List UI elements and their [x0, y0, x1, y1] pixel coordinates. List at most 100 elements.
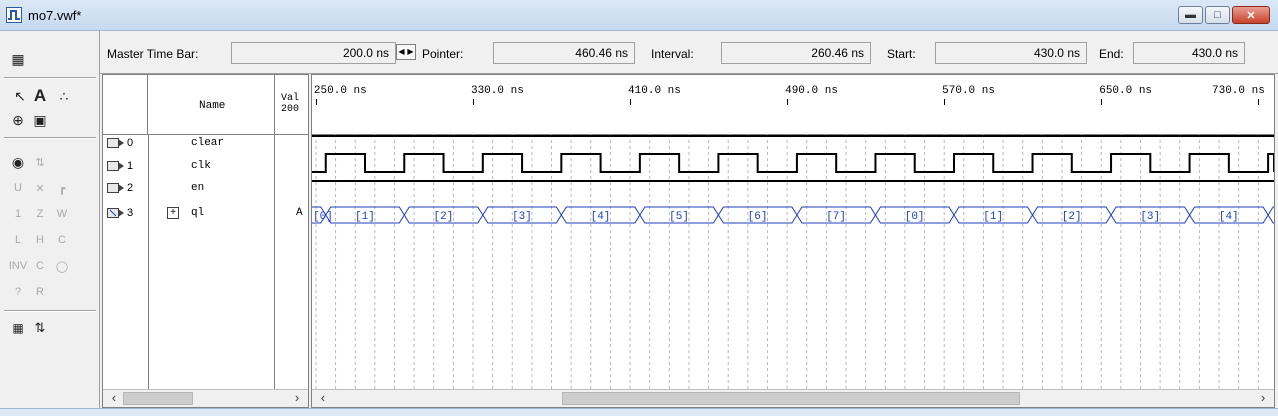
random-value-icon[interactable]: ?	[8, 282, 28, 302]
snap-icon[interactable]: R	[30, 282, 50, 302]
signal-row[interactable]: 1 clk	[103, 155, 308, 178]
input-pin-icon	[107, 183, 124, 193]
window-title: mo7.vwf*	[28, 8, 82, 23]
ql-bus-segment: [6]	[717, 206, 798, 224]
time-tick-label: 490.0 ns	[785, 85, 838, 97]
waveform-editing-tool-icon[interactable]: ∴	[54, 86, 74, 106]
ql-bus-segment: [7]	[796, 206, 877, 224]
signal-value: A	[296, 207, 303, 219]
waveform-scroll-thumb[interactable]	[562, 392, 1020, 405]
replace-icon[interactable]: ⇅	[30, 152, 50, 172]
signal-list-scrollbar[interactable]: ‹ ›	[103, 389, 308, 407]
step-left-icon[interactable]: ◀	[397, 45, 406, 59]
waveform-scrollbar[interactable]: ‹ ›	[312, 389, 1274, 407]
ql-bus-segment: [1]	[953, 206, 1034, 224]
ql-bus-segment: [2]	[1031, 206, 1112, 224]
time-step-buttons[interactable]: ◀ ▶	[396, 44, 416, 60]
count-value-icon[interactable]: INV	[8, 256, 28, 276]
close-button[interactable]: ✕	[1232, 6, 1270, 24]
forcing-unknown-icon[interactable]: ✕	[30, 178, 50, 198]
forcing-high-icon[interactable]: 1	[8, 204, 28, 224]
input-pin-icon	[107, 138, 124, 148]
signal-row[interactable]: 2 en	[103, 177, 308, 200]
signal-index: 0	[127, 137, 134, 149]
bus-pin-icon	[107, 208, 124, 218]
signal-row[interactable]: 3 + ql A	[103, 202, 308, 225]
ql-bus-value-label: [4]	[591, 211, 611, 223]
signal-row[interactable]: 0 clear	[103, 132, 308, 155]
ql-bus-value-label: [5]	[669, 211, 689, 223]
ql-bus-segment: [3]	[482, 206, 562, 224]
insert-node-icon[interactable]: ▦	[8, 49, 28, 69]
wave-scroll-right-icon[interactable]: ›	[1254, 390, 1272, 407]
signal-index: 2	[127, 182, 134, 194]
time-tick-label: 250.0 ns	[313, 85, 367, 97]
signal-name: clear	[191, 137, 225, 149]
wave-scroll-left-icon[interactable]: ‹	[314, 390, 332, 407]
ql-bus-segment: [3]	[1110, 206, 1191, 224]
clock-icon[interactable]: C	[30, 256, 50, 276]
maximize-icon: □	[1214, 9, 1221, 21]
time-tick-mark	[787, 99, 789, 105]
step-right-icon[interactable]: ▶	[406, 45, 415, 59]
find-icon[interactable]: ◉	[8, 152, 28, 172]
zoom-tool-icon[interactable]: ⊕	[8, 110, 28, 130]
time-tick-label: 570.0 ns	[942, 85, 995, 97]
value-header-line2: 200	[281, 104, 300, 115]
signal-list-panel: Name Val 200 0 clear 1 clk 2 en 3 + ql A ‹ ›	[102, 74, 309, 408]
ql-bus-value-label: [3]	[1140, 211, 1160, 223]
time-tick-mark	[630, 99, 632, 105]
time-tick-label: 650.0 ns	[1099, 85, 1153, 97]
high-impedance-icon[interactable]: Z	[30, 204, 50, 224]
forcing-low-icon[interactable]: ┏	[52, 178, 72, 198]
ql-bus-segment: [4]	[1188, 206, 1269, 224]
end-label: End:	[1099, 47, 1124, 61]
time-tick-mark	[944, 99, 946, 105]
text-tool-icon[interactable]: A	[30, 86, 50, 106]
ql-bus-segment: [0]	[874, 206, 955, 224]
time-ruler: 250.0 ns 330.0 ns 410.0 ns 490.0 ns 570.0 ns…	[312, 75, 1274, 135]
waveform-panel: 250.0 ns 330.0 ns 410.0 ns 490.0 ns 570.0 ns…	[311, 74, 1275, 408]
ql-bus-segment: [2]	[403, 206, 484, 224]
end-field: 430.0 ns	[1133, 42, 1245, 64]
ql-bus-value-label: [7]	[826, 211, 846, 223]
time-tick-mark	[1258, 99, 1260, 105]
ql-bus-value-label: [2]	[434, 211, 454, 223]
time-info-bar: Master Time Bar: 200.0 ns ◀ ▶ Pointer: 46…	[100, 31, 1278, 74]
close-icon: ✕	[1246, 9, 1256, 22]
ql-bus-value-label: [6]	[748, 211, 768, 223]
snap-to-grid-icon[interactable]: ▦	[8, 318, 28, 338]
time-tick-label: 330.0 ns	[470, 85, 524, 97]
scroll-left-icon[interactable]: ‹	[105, 390, 123, 407]
scroll-right-icon[interactable]: ›	[288, 390, 306, 407]
minimize-button[interactable]: ▬	[1178, 6, 1203, 24]
value-column-header[interactable]: Val 200	[281, 93, 299, 115]
master-time-bar-field[interactable]: 200.0 ns	[231, 42, 396, 64]
interval-label: Interval:	[651, 47, 694, 61]
weak-high-icon[interactable]: H	[30, 230, 50, 250]
ql-bus-value-label: [0]	[905, 211, 925, 223]
sort-icon[interactable]: ⇅	[30, 318, 50, 338]
weak-unknown-icon[interactable]: W	[52, 204, 72, 224]
name-column-header[interactable]: Name	[199, 100, 225, 112]
selection-tool-icon[interactable]: ↖	[10, 86, 30, 106]
waveform-canvas[interactable]: [0][1][2][3][4][5][6][7][0][1][2][3][4][…	[312, 134, 1274, 389]
weak-low-icon[interactable]: L	[8, 230, 28, 250]
signal-list-scroll-thumb[interactable]	[123, 392, 193, 405]
arbitrary-value-icon[interactable]: ◯	[52, 256, 72, 276]
waveform-toolbar: ▦ ↖ A ∴ ⊕ ▣ ◉ ⇅ U ✕ ┏ 1 Z W L H C INV C …	[0, 31, 100, 408]
invert-icon[interactable]: C	[52, 230, 72, 250]
uninitialized-icon[interactable]: U	[8, 178, 28, 198]
master-time-bar-label: Master Time Bar:	[107, 47, 199, 61]
time-tick-mark	[472, 99, 474, 105]
start-field: 430.0 ns	[935, 42, 1087, 64]
pointer-label: Pointer:	[422, 47, 464, 61]
signal-list-header: Name Val 200	[103, 75, 308, 135]
maximize-button[interactable]: □	[1205, 6, 1230, 24]
signal-name: ql	[191, 207, 205, 219]
pointer-field: 460.46 ns	[493, 42, 635, 64]
time-tick-label: 410.0 ns	[628, 85, 681, 97]
expand-bus-button[interactable]: +	[167, 207, 179, 219]
title-bar: mo7.vwf* ▬ □ ✕	[0, 0, 1278, 31]
full-screen-icon[interactable]: ▣	[30, 110, 50, 130]
